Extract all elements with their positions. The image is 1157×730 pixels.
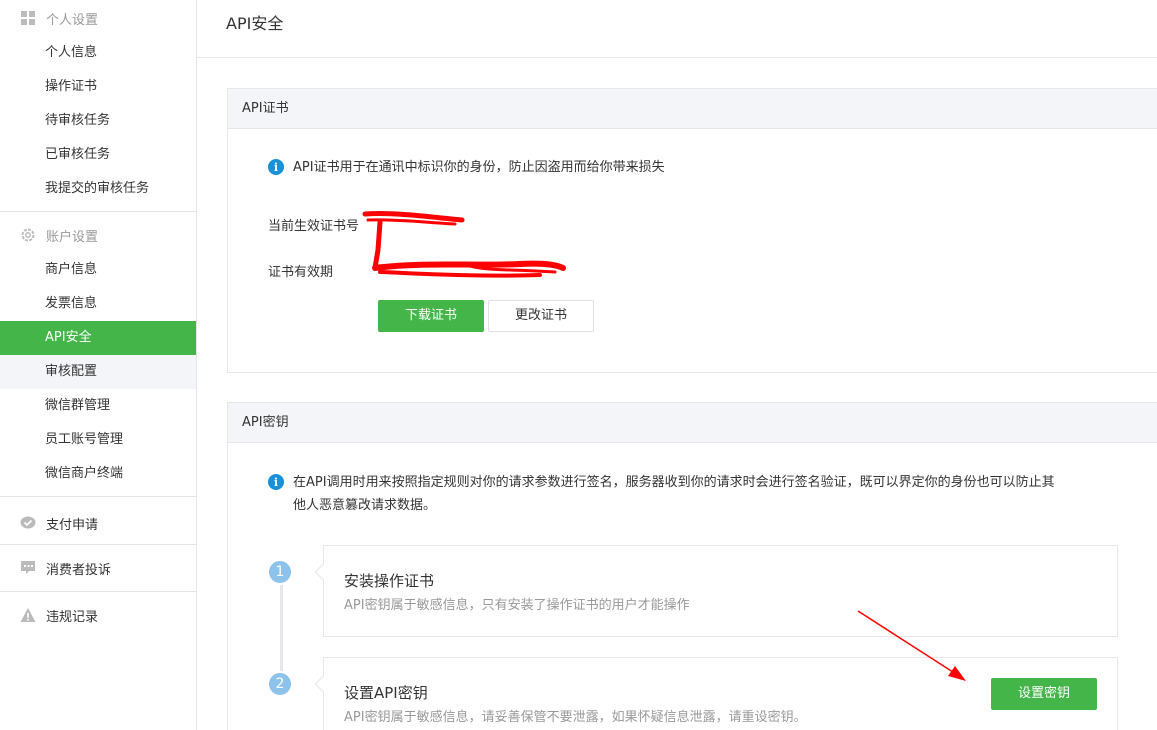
- sidebar-item-operation-cert[interactable]: 操作证书: [0, 70, 196, 104]
- divider: [0, 211, 196, 212]
- sidebar-item-personal-info[interactable]: 个人信息: [0, 36, 196, 70]
- sidebar-item-label: 违规记录: [46, 609, 99, 625]
- key-info: i 在API调用时用来按照指定规则对你的请求参数进行签名，服务器收到你的请求时会…: [268, 471, 1128, 517]
- sidebar-item-pending-tasks[interactable]: 待审核任务: [0, 104, 196, 138]
- sidebar-item-violation-records[interactable]: 违规记录: [0, 592, 196, 638]
- step-desc: API密钥属于敏感信息，请妥善保管不要泄露，如果怀疑信息泄露，请重设密钥。: [344, 710, 807, 725]
- page-title: API安全: [226, 14, 284, 33]
- gear-icon: [21, 228, 35, 242]
- step-title: 设置API密钥: [344, 684, 428, 702]
- step-number: 1: [267, 559, 293, 585]
- step-set-key: 设置API密钥 API密钥属于敏感信息，请妥善保管不要泄露，如果怀疑信息泄露，请…: [314, 657, 1118, 730]
- chat-bubble-icon: [21, 561, 35, 574]
- cert-info: i API证书用于在通讯中标识你的身份，防止因盗用而给你带来损失: [268, 156, 665, 179]
- key-info-line: 在API调用时用来按照指定规则对你的请求参数进行签名，服务器收到你的请求时会进行…: [293, 475, 1055, 490]
- api-key-panel: API密钥 i 在API调用时用来按照指定规则对你的请求参数进行签名，服务器收到…: [227, 402, 1157, 730]
- step-number: 2: [267, 671, 293, 697]
- key-info-text: 在API调用时用来按照指定规则对你的请求参数进行签名，服务器收到你的请求时会进行…: [293, 471, 1055, 517]
- check-bubble-icon: [20, 516, 36, 529]
- change-cert-button[interactable]: 更改证书: [488, 300, 594, 332]
- divider: [197, 57, 1157, 58]
- sidebar-item-review-config[interactable]: 审核配置: [0, 355, 196, 389]
- info-icon: i: [268, 159, 284, 175]
- sidebar-item-merchant-info[interactable]: 商户信息: [0, 253, 196, 287]
- divider: [0, 496, 196, 497]
- set-key-button[interactable]: 设置密钥: [991, 678, 1097, 710]
- sidebar-item-wechat-group-mgmt[interactable]: 微信群管理: [0, 389, 196, 423]
- sidebar-item-api-security[interactable]: API安全: [0, 321, 196, 355]
- sidebar-item-label: 消费者投诉: [46, 562, 112, 578]
- step-title: 安装操作证书: [344, 572, 435, 590]
- cert-info-text: API证书用于在通讯中标识你的身份，防止因盗用而给你带来损失: [293, 160, 665, 175]
- sidebar-item-staff-account-mgmt[interactable]: 员工账号管理: [0, 423, 196, 457]
- cert-validity-label: 证书有效期: [268, 265, 334, 280]
- sidebar-item-label: 支付申请: [46, 517, 99, 533]
- sidebar-item-reviewed-tasks[interactable]: 已审核任务: [0, 138, 196, 172]
- step-pointer: [314, 675, 332, 693]
- sidebar: 个人设置 个人信息 操作证书 待审核任务 已审核任务 我提交的审核任务 账户设置…: [0, 0, 197, 730]
- sidebar-item-my-submitted-tasks[interactable]: 我提交的审核任务: [0, 172, 196, 206]
- group-account-settings: 账户设置: [0, 217, 196, 253]
- api-cert-panel: API证书 i API证书用于在通讯中标识你的身份，防止因盗用而给你带来损失 当…: [227, 88, 1157, 373]
- key-info-line: 他人恶意篡改请求数据。: [293, 498, 437, 513]
- warning-icon: [20, 608, 36, 622]
- panel-title: API密钥: [228, 403, 1157, 443]
- step-install-cert: 安装操作证书 API密钥属于敏感信息，只有安装了操作证书的用户才能操作: [314, 545, 1118, 637]
- main-content: API安全 API证书 i API证书用于在通讯中标识你的身份，防止因盗用而给你…: [197, 0, 1157, 730]
- grid-icon: [21, 11, 35, 25]
- current-cert-label: 当前生效证书号: [268, 219, 360, 234]
- sidebar-item-invoice-info[interactable]: 发票信息: [0, 287, 196, 321]
- group-title: 账户设置: [46, 229, 99, 245]
- step-desc: API密钥属于敏感信息，只有安装了操作证书的用户才能操作: [344, 598, 690, 613]
- group-title: 个人设置: [46, 12, 99, 28]
- sidebar-item-wechat-merchant-terminal[interactable]: 微信商户终端: [0, 457, 196, 491]
- sidebar-item-consumer-complaints[interactable]: 消费者投诉: [0, 545, 196, 591]
- download-cert-button[interactable]: 下载证书: [378, 300, 484, 332]
- info-icon: i: [268, 474, 284, 490]
- panel-title: API证书: [228, 89, 1157, 129]
- group-personal-settings: 个人设置: [0, 0, 196, 36]
- sidebar-item-payment-apply[interactable]: 支付申请: [0, 502, 196, 544]
- step-pointer: [314, 563, 332, 581]
